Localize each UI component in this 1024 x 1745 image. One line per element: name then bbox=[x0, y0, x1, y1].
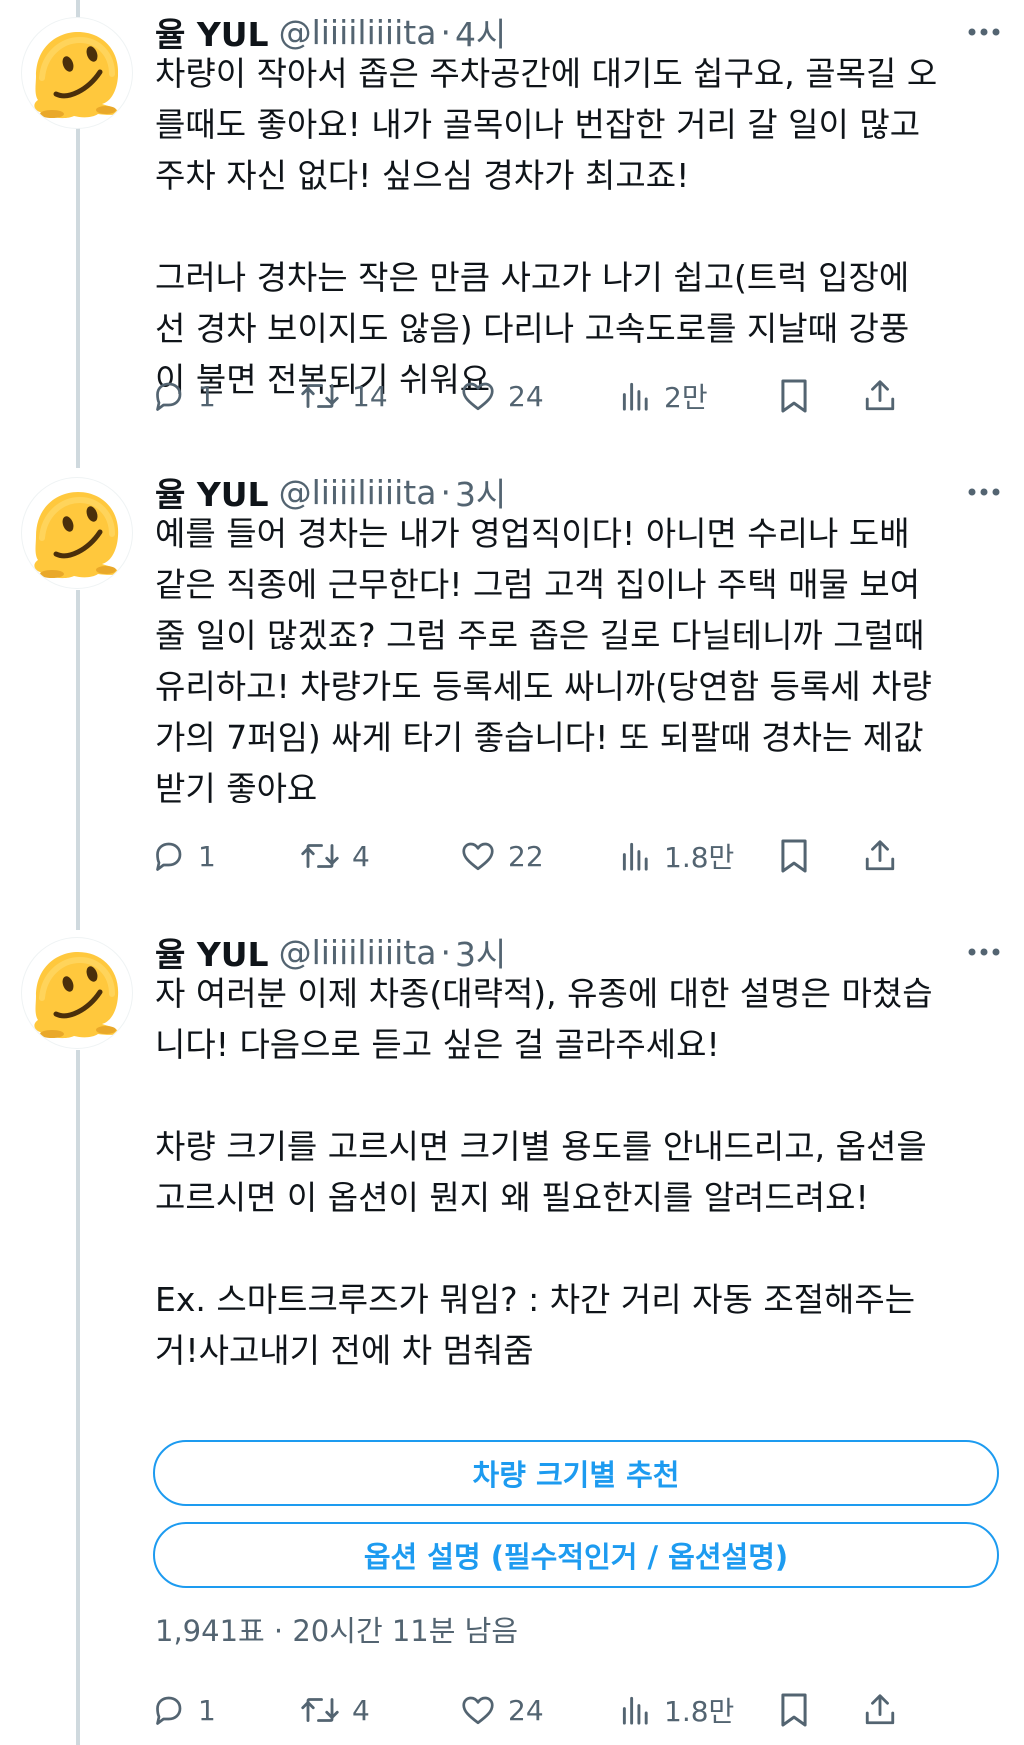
poll-option-options-explained[interactable]: 옵션 설명 (필수적인거 / 옵션설명) bbox=[153, 1522, 999, 1588]
more-options-button[interactable] bbox=[964, 474, 1004, 510]
tweet[interactable]: 율 YUL @liiiiliiiita · 3시 자 여러분 이제 차종(대략적… bbox=[0, 928, 1024, 1745]
tweet[interactable]: 율 YUL @liiiiliiiita · 4시 차량이 작아서 좁은 주차공간… bbox=[0, 8, 1024, 478]
retweet-button[interactable]: 14 bbox=[300, 371, 388, 421]
reply-bubble-icon bbox=[156, 382, 182, 411]
retweet-button[interactable]: 4 bbox=[300, 1685, 370, 1735]
retweet-arrows-icon bbox=[301, 844, 339, 868]
share-button[interactable] bbox=[862, 831, 898, 881]
separator-dot: · bbox=[273, 1614, 284, 1648]
retweet-arrows-icon bbox=[301, 1698, 339, 1722]
retweet-arrows-icon bbox=[301, 384, 339, 408]
views-button[interactable]: 1.8만 bbox=[620, 1685, 734, 1735]
reply-bubble-icon bbox=[156, 842, 182, 871]
like-button[interactable]: 22 bbox=[460, 831, 544, 881]
tweet-text: 예를 들어 경차는 내가 영업직이다! 아니면 수리나 도배 같은 직종에 근무… bbox=[155, 514, 932, 808]
heart-icon bbox=[462, 1696, 494, 1725]
bookmark-button[interactable] bbox=[778, 831, 810, 881]
poll-meta: 1,941표 · 20시간 11분 남음 bbox=[155, 1608, 518, 1650]
reply-count: 1 bbox=[198, 1693, 216, 1727]
tweet-text: 자 여러분 이제 차종(대략적), 유종에 대한 설명은 마쳤습 니다! 다음으… bbox=[155, 974, 933, 1370]
bookmark-icon bbox=[781, 1693, 807, 1727]
avatar[interactable] bbox=[22, 478, 132, 588]
melting-face-emoji bbox=[34, 952, 119, 1039]
author-handle[interactable]: @liiiiliiiita bbox=[279, 473, 437, 512]
reply-count: 1 bbox=[198, 379, 216, 413]
more-options-button[interactable] bbox=[964, 14, 1004, 50]
bar-chart-icon bbox=[622, 382, 648, 411]
separator-dot: · bbox=[440, 932, 451, 972]
more-horizontal-icon bbox=[968, 28, 1000, 36]
tweet-text: 차량이 작아서 좁은 주차공간에 대기도 쉽구요, 골목길 오 를때도 좋아요!… bbox=[155, 54, 938, 399]
poll-option-vehicle-size[interactable]: 차량 크기별 추천 bbox=[153, 1440, 999, 1506]
share-upload-icon bbox=[865, 840, 895, 871]
poll-option-label: 옵션 설명 (필수적인거 / 옵션설명) bbox=[363, 1540, 789, 1574]
author-handle[interactable]: @liiiiliiiita bbox=[279, 933, 437, 972]
melting-face-emoji bbox=[34, 32, 119, 119]
views-count: 2만 bbox=[664, 381, 708, 414]
reply-button[interactable]: 1 bbox=[150, 1685, 216, 1735]
action-bar: 1 14 24 2만 bbox=[150, 371, 1000, 421]
separator-dot: · bbox=[440, 472, 451, 512]
share-upload-icon bbox=[865, 380, 895, 411]
bookmark-button[interactable] bbox=[778, 1685, 810, 1735]
poll-time-remaining: 20시간 11분 남음 bbox=[292, 1614, 518, 1648]
author-handle[interactable]: @liiiiliiiita bbox=[279, 13, 437, 52]
like-count: 22 bbox=[508, 839, 544, 873]
views-button[interactable]: 2만 bbox=[620, 371, 708, 421]
retweet-count: 4 bbox=[352, 839, 370, 873]
like-count: 24 bbox=[508, 379, 544, 413]
views-count: 1.8만 bbox=[664, 1695, 735, 1728]
tweet[interactable]: 율 YUL @liiiiliiiita · 3시 예를 들어 경차는 내가 영업… bbox=[0, 468, 1024, 928]
bookmark-icon bbox=[781, 839, 807, 873]
reply-button[interactable]: 1 bbox=[150, 831, 216, 881]
melting-face-emoji bbox=[34, 492, 119, 579]
reply-count: 1 bbox=[198, 839, 216, 873]
bookmark-icon bbox=[781, 379, 807, 413]
poll-option-label: 차량 크기별 추천 bbox=[472, 1458, 680, 1492]
separator-dot: · bbox=[440, 12, 451, 52]
avatar[interactable] bbox=[22, 18, 132, 128]
retweet-button[interactable]: 4 bbox=[300, 831, 370, 881]
more-horizontal-icon bbox=[968, 948, 1000, 956]
action-bar: 1 4 24 1.8만 bbox=[150, 1685, 1000, 1735]
bookmark-button[interactable] bbox=[778, 371, 810, 421]
reply-bubble-icon bbox=[156, 1696, 182, 1725]
more-options-button[interactable] bbox=[964, 934, 1004, 970]
share-button[interactable] bbox=[862, 371, 898, 421]
like-button[interactable]: 24 bbox=[460, 1685, 544, 1735]
bar-chart-icon bbox=[622, 842, 648, 871]
like-button[interactable]: 24 bbox=[460, 371, 544, 421]
heart-icon bbox=[462, 382, 494, 411]
share-upload-icon bbox=[865, 1694, 895, 1725]
poll-vote-count: 1,941표 bbox=[155, 1614, 265, 1648]
reply-button[interactable]: 1 bbox=[150, 371, 216, 421]
bar-chart-icon bbox=[622, 1696, 648, 1725]
views-count: 1.8만 bbox=[664, 841, 735, 874]
heart-icon bbox=[462, 842, 494, 871]
share-button[interactable] bbox=[862, 1685, 898, 1735]
retweet-count: 14 bbox=[352, 379, 388, 413]
action-bar: 1 4 22 1.8만 bbox=[150, 831, 1000, 881]
like-count: 24 bbox=[508, 1693, 544, 1727]
views-button[interactable]: 1.8만 bbox=[620, 831, 734, 881]
retweet-count: 4 bbox=[352, 1693, 370, 1727]
avatar[interactable] bbox=[22, 938, 132, 1048]
more-horizontal-icon bbox=[968, 488, 1000, 496]
